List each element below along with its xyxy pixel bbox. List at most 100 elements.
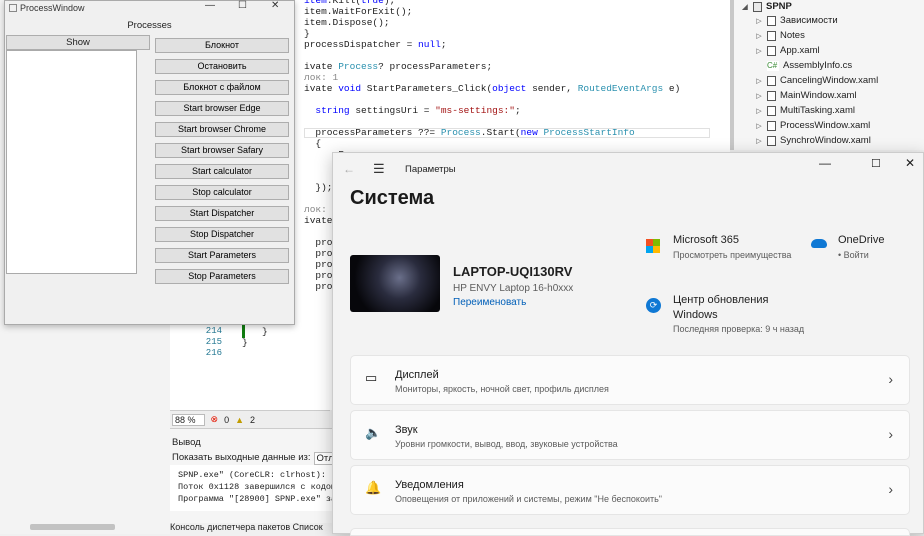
minimize-button[interactable]: — <box>819 156 831 170</box>
close-button[interactable]: ✕ <box>905 156 915 170</box>
device-name: LAPTOP-UQI130RV <box>453 264 573 279</box>
process-action-button[interactable]: Блокнот <box>155 38 289 53</box>
code-line: item.Dispose(); <box>304 17 390 28</box>
code-line: } <box>304 28 310 39</box>
error-count[interactable]: 0 <box>224 415 229 425</box>
output-line: SPNP.exe" (CoreCLR: clrhost): <box>178 470 326 480</box>
settings-category-card[interactable]: 🔈 Звук Уровни громкости, вывод, ввод, звук… <box>350 410 910 460</box>
maximize-button[interactable]: ☐ <box>238 0 247 11</box>
page-title: Система <box>350 187 435 209</box>
process-action-button[interactable]: Start Dispatcher <box>155 206 289 221</box>
solution-item-label: CancelingWindow.xaml <box>780 75 879 86</box>
xaml-file-icon <box>767 135 776 146</box>
process-action-button[interactable]: Start Parameters <box>155 248 289 263</box>
expand-arrow-icon[interactable]: ▷ <box>755 32 763 40</box>
show-button[interactable]: Show <box>6 35 150 50</box>
card-title: Дисплей <box>395 369 439 381</box>
onedrive-title[interactable]: OneDrive <box>838 234 884 246</box>
solution-item-label: MultiTasking.xaml <box>780 105 855 116</box>
expand-arrow-icon[interactable]: ▷ <box>755 122 763 130</box>
process-action-button[interactable]: Start browser Edge <box>155 101 289 116</box>
card-title: Звук <box>395 424 418 436</box>
project-node[interactable]: ◢ SPNP <box>741 1 792 12</box>
solution-item[interactable]: ▷ CancelingWindow.xaml <box>755 75 878 86</box>
next-card-partial[interactable] <box>350 528 910 536</box>
m365-title[interactable]: Microsoft 365 <box>673 234 739 246</box>
update-title[interactable]: Центр обновления Windows <box>673 293 783 323</box>
code-line: item.WaitForExit(); <box>304 6 413 17</box>
solution-item-label: App.xaml <box>780 45 820 56</box>
expand-arrow-icon[interactable]: ▷ <box>755 137 763 145</box>
card-subtitle: Мониторы, яркость, ночной свет, профиль … <box>395 384 609 394</box>
output-title: Вывод <box>172 437 201 448</box>
solution-item[interactable]: ▷ MainWindow.xaml <box>755 90 857 101</box>
process-action-button[interactable]: Start browser Chrome <box>155 122 289 137</box>
expand-arrow-icon[interactable]: ▷ <box>755 92 763 100</box>
card-subtitle: Оповещения от приложений и системы, режи… <box>395 494 662 504</box>
xaml-file-icon <box>767 90 776 101</box>
output-text: SPNP.exe" (CoreCLR: clrhost): Поток 0x112… <box>170 465 332 511</box>
solution-item[interactable]: ▷ SynchroWindow.xaml <box>755 135 871 146</box>
process-window-titlebar[interactable]: ProcessWindow — ☐ ✕ <box>5 0 294 14</box>
process-action-button[interactable]: Stop Dispatcher <box>155 227 289 242</box>
maximize-button[interactable]: ☐ <box>871 157 881 170</box>
output-panel: Вывод Показать выходные данные из: Отла … <box>170 428 342 523</box>
expand-icon[interactable]: ◢ <box>741 3 749 11</box>
list-scrollbar[interactable] <box>139 50 150 274</box>
expand-arrow-icon[interactable]: ▷ <box>755 107 763 115</box>
xaml-file-icon <box>767 120 776 131</box>
output-line: Программа "[28900] SPNP.exe" за <box>178 494 332 504</box>
process-action-button[interactable]: Остановить <box>155 59 289 74</box>
xaml-file-icon <box>767 105 776 116</box>
solution-item[interactable]: ▷ MultiTasking.xaml <box>755 105 855 116</box>
settings-category-card[interactable]: ▭ Дисплей Мониторы, яркость, ночной свет, … <box>350 355 910 405</box>
project-icon <box>753 1 762 12</box>
settings-category-card[interactable]: 🔔 Уведомления Оповещения от приложений и с… <box>350 465 910 515</box>
project-name: SPNP <box>766 1 792 12</box>
process-action-button[interactable]: Stop calculator <box>155 185 289 200</box>
rename-link[interactable]: Переименовать <box>453 297 526 308</box>
xaml-file-icon <box>767 45 776 56</box>
splitter[interactable] <box>730 0 734 150</box>
editor-status-bar: 88 % ⊗ 0 ▲ 2 <box>170 410 330 428</box>
solution-item[interactable]: ▷ Зависимости <box>755 15 838 26</box>
bell-icon: 🔔 <box>365 480 382 495</box>
output-line: Поток 0x1128 завершился с кодом <box>178 482 332 492</box>
display-icon: ▭ <box>365 370 378 385</box>
process-action-button[interactable]: Stop Parameters <box>155 269 289 284</box>
code-line: ivate void StartParameters_Click(object … <box>304 83 681 94</box>
solution-item[interactable]: ▷ Notes <box>755 30 805 41</box>
close-button[interactable]: ✕ <box>271 0 279 11</box>
back-arrow-icon[interactable]: ← <box>343 162 355 176</box>
solution-item-label: MainWindow.xaml <box>780 90 857 101</box>
process-action-button[interactable]: Start browser Safary <box>155 143 289 158</box>
zoom-level[interactable]: 88 % <box>172 413 205 426</box>
expand-arrow-icon[interactable]: ▷ <box>755 47 763 55</box>
chevron-right-icon: › <box>888 371 893 387</box>
microsoft365-icon <box>646 239 660 253</box>
minimize-button[interactable]: — <box>205 0 215 11</box>
process-list[interactable] <box>6 50 137 274</box>
warning-count[interactable]: 2 <box>250 415 255 425</box>
windows-update-icon: ⟳ <box>646 298 661 313</box>
code-line: processDispatcher = null; <box>304 39 447 50</box>
horizontal-scrollbar[interactable] <box>30 524 115 530</box>
solution-item[interactable]: ▷ App.xaml <box>755 45 820 56</box>
hamburger-menu-icon[interactable]: ☰ <box>373 161 385 177</box>
solution-item[interactable]: C# AssemblyInfo.cs <box>755 60 852 71</box>
solution-item[interactable]: ▷ ProcessWindow.xaml <box>755 120 870 131</box>
line-number: 216 <box>205 348 222 358</box>
solution-item-label: Зависимости <box>780 15 838 26</box>
device-model: HP ENVY Laptop 16-h0xxx <box>453 283 574 294</box>
solution-item-label: AssemblyInfo.cs <box>783 60 853 71</box>
error-icon: ⊗ <box>210 414 219 424</box>
expand-arrow-icon[interactable]: ▷ <box>755 77 763 85</box>
line-number: 214 <box>205 326 222 336</box>
current-line-highlight <box>304 128 710 138</box>
solution-item-label: Notes <box>780 30 805 41</box>
process-action-button[interactable]: Блокнот с файлом <box>155 80 289 95</box>
expand-arrow-icon[interactable]: ▷ <box>755 17 763 25</box>
bottom-tabs[interactable]: Консоль диспетчера пакетов Список <box>170 522 332 534</box>
card-title: Уведомления <box>395 479 464 491</box>
process-action-button[interactable]: Start calculator <box>155 164 289 179</box>
